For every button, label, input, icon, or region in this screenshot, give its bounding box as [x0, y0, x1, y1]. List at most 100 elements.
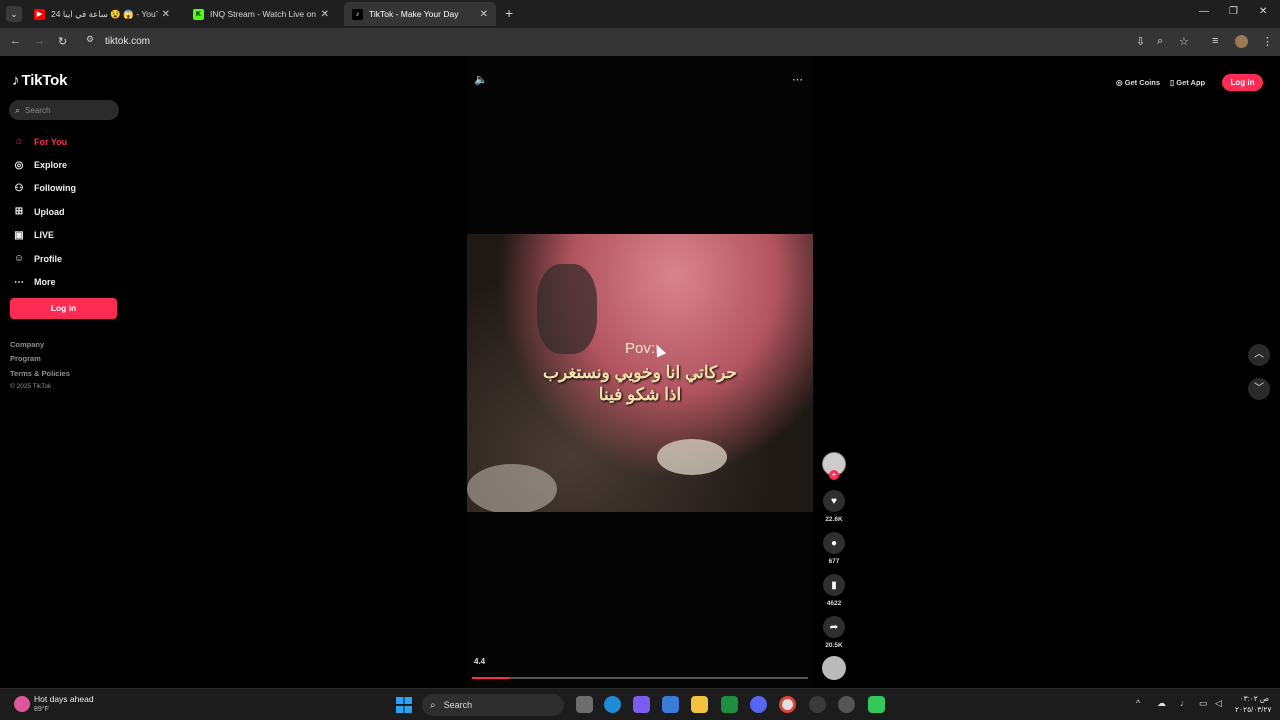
- weather-icon[interactable]: [14, 696, 30, 712]
- save-count: 4622: [826, 600, 842, 607]
- video-timecode: 4.4: [474, 657, 486, 666]
- task-view-icon[interactable]: [576, 696, 593, 713]
- sidebar-item-upload[interactable]: ⊞ Upload: [12, 200, 122, 223]
- following-icon: ⚇: [14, 182, 24, 194]
- forward-icon[interactable]: →: [34, 35, 45, 47]
- sidebar-item-label: Following: [34, 183, 76, 194]
- profile-avatar[interactable]: [1235, 35, 1248, 48]
- restore-icon[interactable]: ❐: [1229, 6, 1238, 17]
- share-icon[interactable]: ➦: [823, 616, 845, 638]
- search-input[interactable]: ⌕ Search: [9, 100, 119, 120]
- copilot-icon[interactable]: [633, 696, 650, 713]
- menu-icon[interactable]: ⋮: [1262, 35, 1273, 48]
- sidebar-item-label: LIVE: [34, 230, 55, 241]
- xbox-icon[interactable]: [721, 696, 738, 713]
- tab-tiktok[interactable]: ♪ TikTok - Make Your Day ✕: [344, 2, 496, 26]
- volume-icon[interactable]: 🔈: [474, 73, 488, 86]
- more-options-icon[interactable]: ⋯: [792, 73, 803, 86]
- get-coins-label: Get Coins: [1124, 78, 1161, 87]
- taskbar-search[interactable]: ⌕ Search: [422, 694, 564, 716]
- close-icon[interactable]: ✕: [321, 9, 329, 20]
- comment-count: 677: [828, 558, 840, 565]
- sidebar-item-label: For You: [34, 136, 68, 147]
- bookmark-star-icon[interactable]: ☆: [1179, 35, 1189, 48]
- address-bar[interactable]: tiktok.com: [105, 36, 150, 47]
- next-video-button[interactable]: ﹀: [1248, 378, 1270, 400]
- reload-icon[interactable]: ↻: [58, 35, 67, 48]
- search-icon: ⌕: [430, 699, 436, 711]
- chrome-icon[interactable]: [779, 696, 796, 713]
- close-icon[interactable]: ✕: [480, 9, 488, 20]
- get-app-link[interactable]: ▯ Get App: [1170, 78, 1205, 87]
- reading-list-icon[interactable]: ≡: [1212, 35, 1218, 47]
- search-placeholder: Search: [25, 105, 51, 115]
- microphone-icon[interactable]: ♩: [1180, 698, 1189, 708]
- chevron-up-icon[interactable]: ^: [1136, 698, 1140, 708]
- site-info-icon[interactable]: ⚙: [86, 34, 94, 45]
- clock-time: ص ٠٣:٠٢: [1239, 694, 1269, 703]
- app-icon[interactable]: [809, 696, 826, 713]
- sidebar-login-button[interactable]: Log in: [10, 298, 117, 319]
- store-icon[interactable]: [662, 696, 679, 713]
- discord-icon[interactable]: [750, 696, 767, 713]
- windows-taskbar: Hot days ahead 89°F ⌕ Search ^ ☁ ♩ ▭ ◁ ص…: [0, 688, 1280, 720]
- back-icon[interactable]: ←: [10, 35, 21, 47]
- network-icon[interactable]: ▭: [1199, 698, 1208, 709]
- comment-action[interactable]: ● 677: [822, 532, 846, 565]
- sidebar-item-label: Explore: [34, 160, 68, 171]
- sidebar-item-explore[interactable]: ◎ Explore: [12, 153, 122, 176]
- bookmark-icon[interactable]: ▮: [823, 574, 845, 596]
- previous-video-button[interactable]: ︿: [1248, 344, 1270, 366]
- settings-icon[interactable]: [838, 696, 855, 713]
- header-login-button[interactable]: Log in: [1222, 74, 1263, 91]
- sidebar-item-following[interactable]: ⚇ Following: [12, 177, 122, 200]
- weather-temperature[interactable]: 89°F: [34, 706, 49, 713]
- footer-terms-link[interactable]: Terms & Policies: [10, 369, 70, 383]
- youtube-icon: ▶: [34, 8, 45, 20]
- sidebar-item-more[interactable]: ⋯ More: [12, 270, 122, 293]
- clock-date: ٢٠٢٥/٠٣/٢٧: [1235, 705, 1272, 714]
- taskbar-search-label: Search: [443, 700, 473, 710]
- sidebar-item-for-you[interactable]: ⌂ For You: [12, 130, 122, 153]
- tab-inq-stream[interactable]: K INQ Stream - Watch Live on Ki ✕: [185, 2, 337, 26]
- share-action[interactable]: ➦ 20.5K: [822, 616, 846, 649]
- minimize-icon[interactable]: —: [1199, 6, 1209, 17]
- sidebar-item-profile[interactable]: ☺ Profile: [12, 247, 122, 270]
- edge-icon[interactable]: [604, 696, 621, 713]
- app-green-icon[interactable]: [868, 696, 885, 713]
- tiktok-logo[interactable]: ♪ TikTok: [12, 72, 67, 89]
- get-coins-link[interactable]: ◎ Get Coins: [1116, 78, 1160, 87]
- music-disc-icon[interactable]: [822, 656, 846, 680]
- browser-tabstrip: ⌄ ▶ 24 ساعة في ايبا 😵 😱 - YouTube ✕ K IN…: [0, 0, 1280, 28]
- footer-program-link[interactable]: Program: [10, 354, 70, 368]
- zoom-icon[interactable]: ⌕: [1157, 35, 1163, 48]
- sidebar-item-live[interactable]: ▣ LIVE: [12, 224, 122, 247]
- new-tab-button[interactable]: +: [505, 5, 513, 21]
- tiktok-note-icon: ♪: [12, 72, 20, 89]
- upload-icon: ⊞: [14, 206, 24, 218]
- weather-title[interactable]: Hot days ahead: [34, 694, 94, 704]
- close-window-icon[interactable]: ✕: [1259, 6, 1267, 17]
- close-icon[interactable]: ✕: [162, 9, 170, 20]
- kick-icon: K: [193, 8, 204, 20]
- onedrive-icon[interactable]: ☁: [1157, 698, 1166, 709]
- comment-icon[interactable]: ●: [823, 532, 845, 554]
- tiktok-page: ♪ TikTok ⌕ Search ⌂ For You ◎ Explore ⚇ …: [0, 56, 1280, 688]
- tab-search-button[interactable]: ⌄: [6, 6, 22, 22]
- video-frame[interactable]: Pov: حركاتي انا وخويي ونستغرب اذا شكو في…: [467, 234, 813, 512]
- heart-icon[interactable]: ♥: [823, 490, 845, 512]
- follow-plus-icon[interactable]: +: [829, 470, 839, 480]
- save-action[interactable]: ▮ 4622: [822, 574, 846, 607]
- video-progress-bar[interactable]: [472, 677, 808, 679]
- windows-start-icon[interactable]: [396, 697, 412, 713]
- taskbar-clock[interactable]: ص ٠٣:٠٢ ٢٠٢٥/٠٣/٢٧: [1235, 693, 1272, 715]
- like-action[interactable]: ♥ 22.6K: [822, 490, 846, 523]
- footer-company-link[interactable]: Company: [10, 340, 70, 354]
- sidebar-footer: Company Program Terms & Policies © 2025 …: [10, 340, 70, 397]
- file-explorer-icon[interactable]: [691, 696, 708, 713]
- tab-youtube[interactable]: ▶ 24 ساعة في ايبا 😵 😱 - YouTube ✕: [26, 2, 178, 26]
- install-app-icon[interactable]: ⇩: [1136, 35, 1145, 48]
- video-caption-arabic: حركاتي انا وخويي ونستغرب اذا شكو فينا: [467, 362, 813, 406]
- get-app-label: Get App: [1176, 78, 1206, 87]
- speaker-icon[interactable]: ◁: [1215, 698, 1222, 709]
